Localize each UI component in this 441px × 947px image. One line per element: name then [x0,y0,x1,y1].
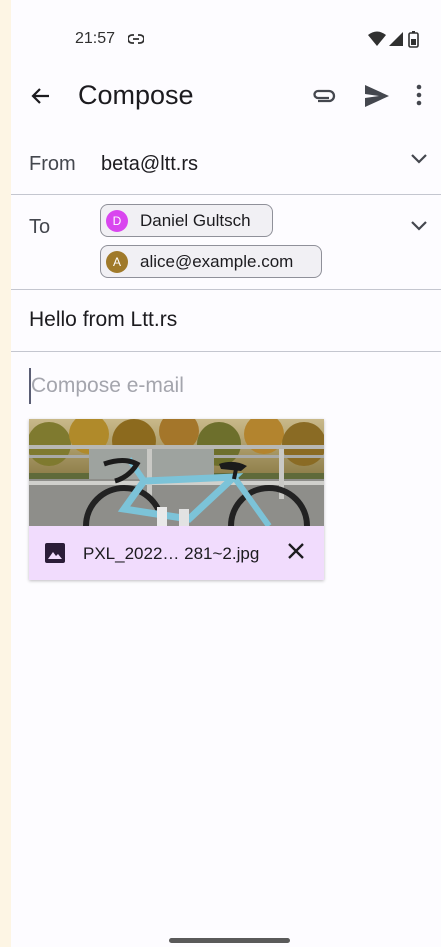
recipient-name: alice@example.com [140,252,294,271]
attachment-thumbnail [29,419,324,526]
divider [11,194,441,195]
avatar: D [106,210,128,232]
signal-icon [389,32,403,46]
attachment-card[interactable]: PXL_2022… 281~2.jpg [29,419,324,580]
avatar: A [106,251,128,273]
gesture-nav-handle[interactable] [169,938,290,943]
back-arrow-icon[interactable] [29,84,53,113]
from-chevron-down-icon[interactable] [410,152,428,170]
divider [11,289,441,290]
recipient-chip[interactable]: D Daniel Gultsch [100,204,273,237]
attachment-filename: PXL_2022… 281~2.jpg [83,544,260,563]
subject-field[interactable]: Hello from Ltt.rs [29,308,177,332]
from-value[interactable]: beta@ltt.rs [101,153,198,176]
image-icon [44,542,66,569]
battery-icon [408,31,419,48]
send-icon[interactable] [363,83,391,114]
status-icons [367,30,423,53]
close-icon[interactable] [286,541,306,566]
attachment-bar: PXL_2022… 281~2.jpg [29,526,324,580]
compose-body-input[interactable] [29,368,421,404]
link-icon [127,32,145,50]
recipient-chip[interactable]: A alice@example.com [100,245,322,278]
from-label: From [29,153,76,175]
status-time: 21:57 [75,30,116,47]
compose-screen: 21:57 Compose From beta@ltt.rs To D Dani… [11,0,441,947]
to-label: To [29,216,51,238]
to-chevron-down-icon[interactable] [410,219,428,237]
top-app-bar: Compose [11,72,441,124]
status-bar: 21:57 [11,0,441,78]
attach-icon[interactable] [311,84,337,113]
divider [11,351,441,352]
wifi-icon [368,31,386,46]
more-vert-icon[interactable] [416,83,422,112]
page-title: Compose [78,80,194,110]
recipient-name: Daniel Gultsch [140,211,251,230]
